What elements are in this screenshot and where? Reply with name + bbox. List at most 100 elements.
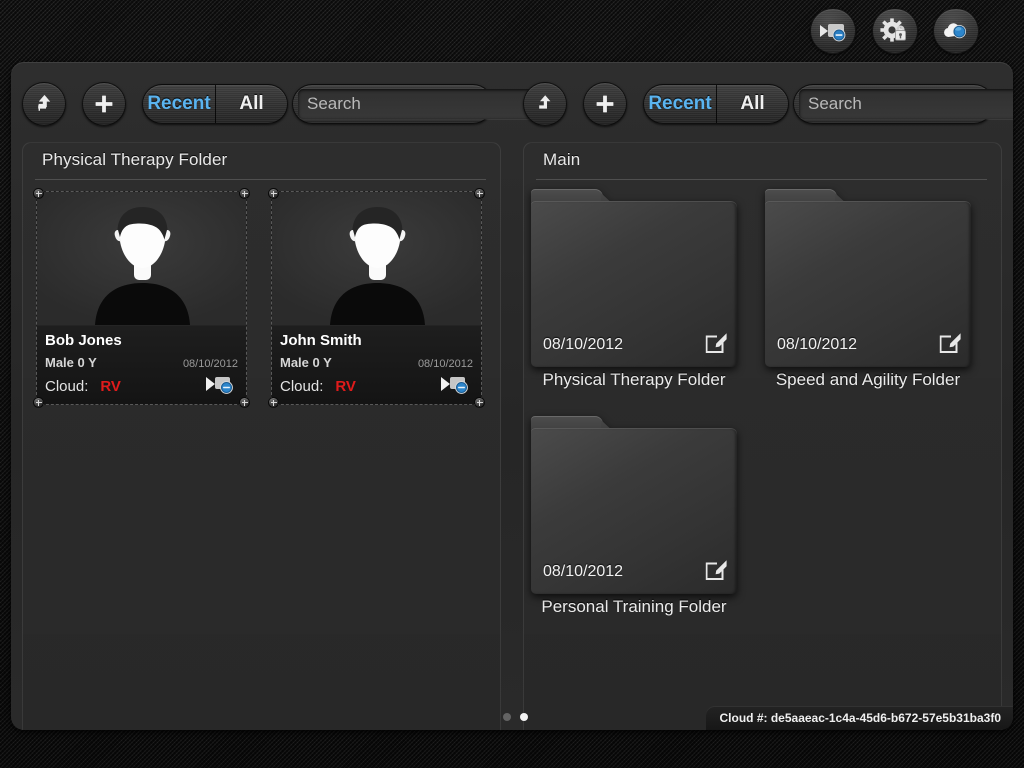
filter-segment-all[interactable]: All: [716, 85, 788, 123]
cloud-status-badge: RV: [100, 377, 121, 395]
pane-right-toolbar: Recent All ✕: [512, 82, 1013, 134]
folder-label: Physical Therapy Folder: [542, 370, 726, 389]
folder-label: Speed and Agility Folder: [775, 370, 961, 389]
pane-left-toolbar: Recent All ✕: [11, 82, 558, 134]
resize-handle[interactable]: [239, 397, 250, 408]
avatar: [37, 192, 246, 325]
search-container: ✕: [292, 84, 558, 124]
navigate-up-button[interactable]: [22, 82, 66, 126]
resize-handle[interactable]: [33, 188, 44, 199]
edit-icon[interactable]: [705, 559, 727, 586]
app-root: Recent All ✕ Physical Therapy Folder: [0, 0, 1024, 768]
search-inner: ✕: [799, 89, 1013, 119]
gear-lock-icon-glyph: [880, 18, 906, 42]
patient-info: Bob Jones Male 0 Y 08/10/2012 Cloud: RV: [37, 325, 246, 404]
patient-cloud-row: Cloud: RV: [45, 375, 238, 397]
page-dot[interactable]: [520, 713, 528, 721]
edit-icon[interactable]: [705, 332, 727, 359]
status-bar: Cloud #: de5aaeac-1c4a-45d6-b672-57e5b31…: [705, 706, 1013, 730]
folder-date: 08/10/2012: [777, 336, 858, 353]
pane-right-content: Main 08/10/2012 Physical Therapy Folder …: [523, 142, 1002, 730]
folder-meta: 08/10/2012: [765, 327, 971, 367]
patient-card[interactable]: John Smith Male 0 Y 08/10/2012 Cloud: RV: [268, 188, 485, 408]
patient-info: John Smith Male 0 Y 08/10/2012 Cloud: RV: [272, 325, 481, 404]
folder-meta: 08/10/2012: [531, 554, 737, 594]
top-toolbar: [0, 0, 1024, 62]
patient-name: John Smith: [280, 332, 362, 349]
resize-handle[interactable]: [268, 397, 279, 408]
folder-item[interactable]: 08/10/2012 Physical Therapy Folder: [531, 189, 737, 390]
edit-icon[interactable]: [939, 332, 961, 359]
pane-left-content: Physical Therapy Folder Bob Jones Male 0…: [22, 142, 501, 730]
cloud-id-text: Cloud #: de5aaeac-1c4a-45d6-b672-57e5b31…: [719, 711, 1001, 725]
pane-left: Recent All ✕ Physical Therapy Folder: [11, 62, 558, 730]
patient-date: 08/10/2012: [182, 358, 238, 370]
folder-icon: 08/10/2012: [765, 189, 971, 367]
arrow-up-turn-icon: [539, 95, 551, 109]
page-dot[interactable]: [503, 713, 511, 721]
person-silhouette-icon: [272, 192, 481, 325]
cloud-label: Cloud:: [45, 377, 89, 395]
filter-segment-recent[interactable]: Recent: [644, 85, 716, 123]
add-button[interactable]: [82, 82, 126, 126]
plus-icon: [596, 95, 614, 113]
filter-segment-recent[interactable]: Recent: [143, 85, 215, 123]
resize-handle[interactable]: [239, 188, 250, 199]
title-divider: [536, 179, 987, 180]
arrow-up-turn-icon: [38, 95, 51, 111]
patient-cloud-row: Cloud: RV: [280, 375, 473, 397]
folder-date: 08/10/2012: [543, 336, 624, 353]
title-divider: [35, 179, 486, 180]
patient-name: Bob Jones: [45, 332, 122, 349]
folder-item[interactable]: 08/10/2012 Personal Training Folder: [531, 416, 737, 617]
filter-segment-all[interactable]: All: [215, 85, 287, 123]
pane-right: Recent All ✕ Main: [512, 62, 1013, 730]
video-disabled-icon[interactable]: [204, 373, 238, 400]
patient-card-grid: Bob Jones Male 0 Y 08/10/2012 Cloud: RV: [33, 188, 491, 408]
resize-handle[interactable]: [474, 188, 485, 199]
add-button[interactable]: [583, 82, 627, 126]
folder-icon: 08/10/2012: [531, 416, 737, 594]
folder-date: 08/10/2012: [543, 563, 624, 580]
patient-demographics: Male 0 Y 08/10/2012: [45, 355, 238, 370]
patient-date: 08/10/2012: [417, 358, 473, 370]
filter-segmented-control[interactable]: Recent All: [142, 84, 288, 124]
folder-meta: 08/10/2012: [531, 327, 737, 367]
search-container: ✕: [793, 84, 1013, 124]
person-silhouette-icon: [37, 192, 246, 325]
pane-left-title: Physical Therapy Folder: [42, 150, 228, 169]
search-input[interactable]: [307, 94, 528, 114]
video-disabled-icon-glyph: [441, 376, 468, 394]
video-disabled-icon[interactable]: [439, 373, 473, 400]
resize-handle[interactable]: [268, 188, 279, 199]
search-input[interactable]: [808, 94, 1013, 114]
cloud-status-badge: RV: [335, 377, 356, 395]
patient-demographics: Male 0 Y 08/10/2012: [280, 355, 473, 370]
video-disabled-icon[interactable]: [810, 8, 856, 54]
navigate-up-button[interactable]: [523, 82, 567, 126]
folder-label: Personal Training Folder: [541, 597, 727, 616]
cloud-label: Cloud:: [280, 377, 324, 395]
cloud-sync-icon-glyph: [944, 23, 966, 39]
filter-segmented-control[interactable]: Recent All: [643, 84, 789, 124]
video-disabled-icon-glyph: [206, 376, 233, 394]
page-indicator: [503, 713, 528, 721]
edit-icon-glyph: [705, 559, 727, 580]
gear-lock-icon[interactable]: [872, 8, 918, 54]
resize-handle[interactable]: [474, 397, 485, 408]
resize-handle[interactable]: [33, 397, 44, 408]
patient-card[interactable]: Bob Jones Male 0 Y 08/10/2012 Cloud: RV: [33, 188, 250, 408]
cloud-sync-icon[interactable]: [933, 8, 979, 54]
pane-right-title: Main: [543, 150, 581, 169]
edit-icon-glyph: [705, 332, 727, 353]
plus-icon: [95, 95, 113, 113]
edit-icon-glyph: [939, 332, 961, 353]
folder-grid: 08/10/2012 Physical Therapy Folder 08/10…: [531, 189, 996, 617]
avatar: [272, 192, 481, 325]
video-disabled-icon-glyph: [820, 24, 846, 42]
folder-icon: 08/10/2012: [531, 189, 737, 367]
patient-sex-age: Male 0 Y: [280, 355, 332, 370]
main-window: Recent All ✕ Physical Therapy Folder: [11, 62, 1013, 730]
folder-item[interactable]: 08/10/2012 Speed and Agility Folder: [765, 189, 971, 390]
patient-sex-age: Male 0 Y: [45, 355, 97, 370]
